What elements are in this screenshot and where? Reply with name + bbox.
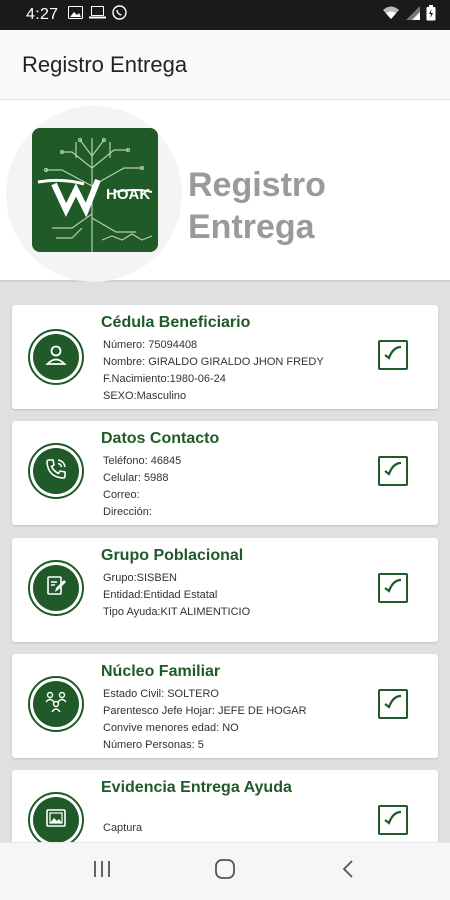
check-icon	[383, 345, 403, 366]
family-icon	[43, 689, 69, 720]
recents-icon	[92, 860, 112, 883]
card-nucleo-familiar[interactable]: Núcleo Familiar Estado Civil: SOLTERO Pa…	[12, 654, 438, 758]
card-icon-wrapper	[28, 329, 84, 385]
form-sections-list[interactable]: Cédula Beneficiario Número: 75094408 Nom…	[0, 296, 450, 842]
card-title: Evidencia Entrega Ayuda	[101, 779, 292, 796]
edit-document-icon	[44, 574, 68, 603]
wifi-icon	[382, 6, 400, 25]
card-details: Captura	[103, 822, 143, 834]
check-icon	[383, 461, 403, 482]
back-button[interactable]	[328, 852, 368, 892]
completed-checkbox[interactable]	[378, 573, 408, 603]
image-icon	[68, 6, 84, 24]
completed-checkbox[interactable]	[378, 340, 408, 370]
card-cedula-beneficiario[interactable]: Cédula Beneficiario Número: 75094408 Nom…	[12, 305, 438, 409]
status-bar: 4:27	[0, 0, 450, 30]
card-icon-wrapper	[28, 676, 84, 732]
back-icon	[341, 859, 355, 884]
home-icon	[214, 858, 236, 885]
card-details: Estado Civil: SOLTERO Parentesco Jefe Ho…	[103, 688, 307, 751]
person-icon	[44, 343, 68, 372]
photo-icon	[44, 806, 68, 835]
card-grupo-poblacional[interactable]: Grupo Poblacional Grupo:SISBEN Entidad:E…	[12, 538, 438, 642]
completed-checkbox[interactable]	[378, 456, 408, 486]
whatsapp-icon	[112, 5, 128, 25]
app-bar: Registro Entrega	[0, 30, 450, 100]
card-icon-wrapper	[28, 560, 84, 616]
card-icon-wrapper	[28, 443, 84, 499]
card-details: Número: 75094408 Nombre: GIRALDO GIRALDO…	[103, 339, 324, 402]
home-button[interactable]	[205, 852, 245, 892]
card-datos-contacto[interactable]: Datos Contacto Teléfono: 46845 Celular: …	[12, 421, 438, 525]
check-icon	[383, 810, 403, 831]
laptop-icon	[89, 6, 107, 24]
status-time: 4:27	[26, 6, 59, 23]
card-title: Núcleo Familiar	[101, 663, 221, 680]
page-title: Registro Entrega	[188, 166, 326, 246]
completed-checkbox[interactable]	[378, 689, 408, 719]
card-details: Teléfono: 46845 Celular: 5988 Correo: Di…	[103, 455, 182, 518]
check-icon	[383, 694, 403, 715]
system-nav-bar	[0, 842, 450, 900]
card-title: Grupo Poblacional	[101, 547, 244, 564]
battery-icon	[426, 4, 436, 26]
card-icon-wrapper	[28, 792, 84, 842]
logo-text: HOAK	[106, 186, 151, 203]
card-details: Grupo:SISBEN Entidad:Entidad Estatal Tip…	[103, 572, 251, 618]
card-title: Datos Contacto	[101, 430, 220, 447]
signal-icon	[406, 5, 420, 25]
header-banner: HOAK Registro Entrega	[0, 100, 450, 282]
recents-button[interactable]	[82, 852, 122, 892]
card-title: Cédula Beneficiario	[101, 314, 251, 331]
app-bar-title: Registro Entrega	[22, 51, 188, 77]
app-logo: HOAK	[32, 128, 158, 252]
completed-checkbox[interactable]	[378, 805, 408, 835]
check-icon	[383, 578, 403, 599]
phone-icon	[44, 457, 68, 486]
card-evidencia-entrega[interactable]: Evidencia Entrega Ayuda Captura	[12, 770, 438, 842]
